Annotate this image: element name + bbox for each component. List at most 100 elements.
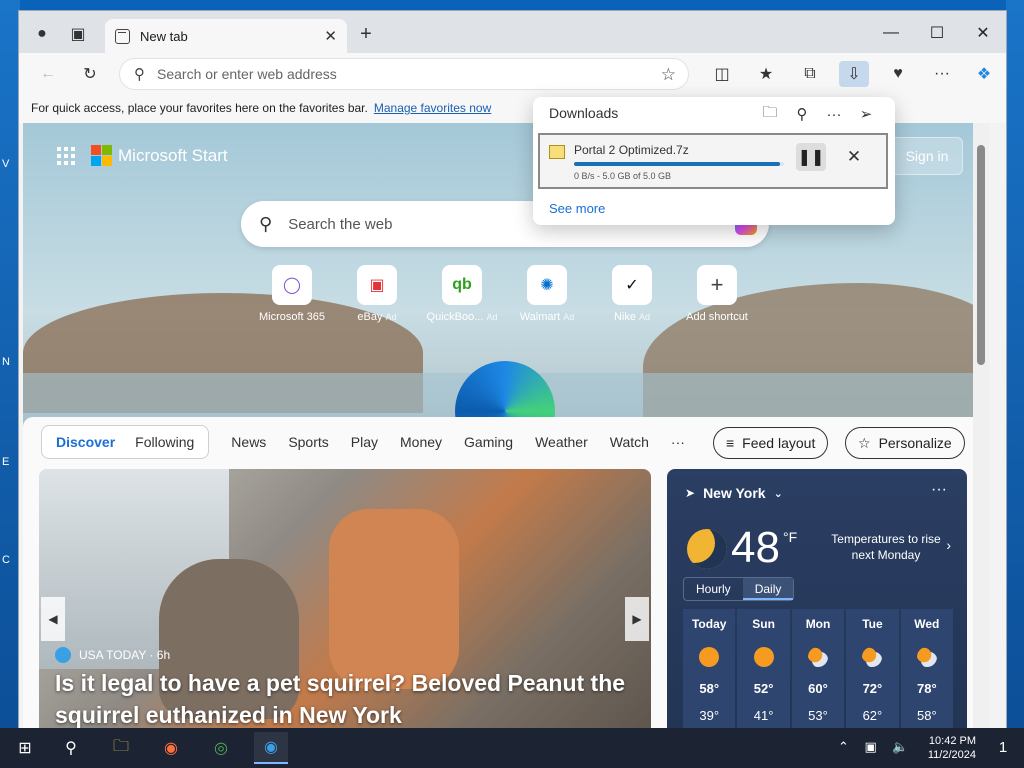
tab-following[interactable]: Following xyxy=(125,434,204,450)
nav-sports[interactable]: Sports xyxy=(288,434,328,450)
toggle-daily[interactable]: Daily xyxy=(742,578,794,600)
sign-in-button[interactable]: Sign in xyxy=(891,137,963,175)
minimize-icon[interactable]: — xyxy=(869,19,913,47)
download-item[interactable]: Portal 2 Optimized.7z 0 B/s - 5.0 GB of … xyxy=(538,133,888,189)
clock-date: 11/2/2024 xyxy=(927,749,976,761)
nav-play[interactable]: Play xyxy=(351,434,378,450)
tab-close-icon[interactable]: ✕ xyxy=(324,27,337,45)
nike-icon: ✓ xyxy=(612,265,652,305)
microsoft-365-icon: ◯ xyxy=(272,265,312,305)
settings-more-icon[interactable]: ··· xyxy=(927,61,957,87)
search-icon[interactable]: ⚲ xyxy=(54,732,88,764)
nav-watch[interactable]: Watch xyxy=(610,434,649,450)
browser-essentials-icon[interactable]: ♥ xyxy=(883,61,913,87)
pause-button[interactable]: ❚❚ xyxy=(796,143,826,171)
quick-link-microsoft-365[interactable]: ◯ Microsoft 365 xyxy=(247,265,337,323)
new-tab-icon[interactable]: + xyxy=(353,21,379,47)
personalize-button[interactable]: ☆ Personalize xyxy=(845,427,965,459)
chevron-down-icon: ⌄ xyxy=(773,487,783,500)
collections-icon[interactable]: ⧉ xyxy=(795,61,825,87)
see-more-link[interactable]: See more xyxy=(549,201,605,216)
clock[interactable]: 10:42 PM 11/2/2024 xyxy=(928,734,976,762)
location-name: New York xyxy=(703,485,766,501)
walmart-icon: ✺ xyxy=(527,265,567,305)
feed-layout-button[interactable]: ≡ Feed layout xyxy=(713,427,829,459)
favorite-star-icon[interactable]: ☆ xyxy=(661,65,676,85)
quick-link-nike[interactable]: ✓ Nike Ad xyxy=(587,265,677,323)
hero-article-card[interactable]: ◀ ▶ USA TODAY · 6h Is it legal to have a… xyxy=(39,469,651,747)
search-downloads-icon[interactable]: ⚲ xyxy=(789,103,815,125)
edge-taskbar-icon[interactable]: ◉ xyxy=(254,732,288,764)
weather-location[interactable]: ➤ New York ⌄ xyxy=(685,485,783,501)
nav-gaming[interactable]: Gaming xyxy=(464,434,513,450)
system-tray-icons[interactable]: ⌃ ▣ 🔈 xyxy=(838,739,915,755)
microsoft-start-logo: Microsoft Start xyxy=(57,145,228,166)
chevron-right-icon[interactable]: › xyxy=(946,537,951,553)
firefox-icon[interactable]: ◉ xyxy=(154,732,188,764)
tab-discover[interactable]: Discover xyxy=(46,434,125,450)
tab-new-tab[interactable]: New tab ✕ xyxy=(105,19,347,53)
nav-more[interactable]: ··· xyxy=(671,434,685,450)
quick-link-label: Nike xyxy=(613,311,636,323)
personalize-label: Personalize xyxy=(878,435,952,451)
split-screen-icon[interactable]: ◫ xyxy=(707,61,737,87)
quick-link-ebay[interactable]: ▣ eBay Ad xyxy=(332,265,422,323)
apps-launcher-icon[interactable] xyxy=(57,146,75,165)
scrollbar-thumb[interactable] xyxy=(977,145,985,365)
page-scrollbar[interactable] xyxy=(973,123,989,747)
more-options-icon[interactable]: ··· xyxy=(821,103,847,125)
address-bar[interactable]: ⚲ Search or enter web address ☆ xyxy=(119,58,689,90)
download-progress-fill xyxy=(574,162,780,166)
ad-badge: Ad xyxy=(486,312,498,322)
download-progress-bar xyxy=(574,162,784,166)
day-name: Mon xyxy=(805,617,831,631)
open-folder-icon[interactable]: 🗀 xyxy=(757,103,783,125)
quick-link-add-shortcut[interactable]: + Add shortcut xyxy=(672,265,762,323)
title-bar: ● ▣ New tab ✕ + — ☐ ✕ xyxy=(19,11,1006,53)
copilot-icon[interactable]: ❖ xyxy=(969,61,999,87)
feed-layout-label: Feed layout xyxy=(742,435,816,451)
carousel-next-icon[interactable]: ▶ xyxy=(625,597,649,641)
downloads-icon[interactable]: ⇩ xyxy=(839,61,869,87)
feed-nav: Discover Following News Sports Play Mone… xyxy=(41,425,685,459)
day-name: Wed xyxy=(914,617,940,631)
hero-image-plush xyxy=(329,509,459,689)
carousel-prev-icon[interactable]: ◀ xyxy=(41,597,65,641)
feed-tab-group: Discover Following xyxy=(41,425,210,459)
article-source-label: USA TODAY · 6h xyxy=(79,648,171,662)
archive-file-icon xyxy=(549,145,565,159)
day-high: 72° xyxy=(862,681,883,696)
quick-link-walmart[interactable]: ✺ Walmart Ad xyxy=(502,265,592,323)
day-name: Sun xyxy=(752,617,775,631)
file-explorer-icon[interactable]: 🗀 xyxy=(104,732,138,764)
notification-center-icon[interactable]: 1 xyxy=(992,736,1014,758)
refresh-icon[interactable]: ↻ xyxy=(75,61,105,87)
close-window-icon[interactable]: ✕ xyxy=(961,19,1005,47)
profile-icon[interactable]: ● xyxy=(29,21,55,47)
nav-weather[interactable]: Weather xyxy=(535,434,588,450)
ebay-icon: ▣ xyxy=(357,265,397,305)
sparkle-icon: ☆ xyxy=(858,434,871,451)
nav-money[interactable]: Money xyxy=(400,434,442,450)
address-placeholder: Search or enter web address xyxy=(157,66,337,82)
manage-favorites-link[interactable]: Manage favorites now xyxy=(374,101,491,115)
chrome-icon[interactable]: ◎ xyxy=(204,732,238,764)
pin-icon[interactable]: ➢ xyxy=(853,103,879,125)
favorites-icon[interactable]: ★ xyxy=(751,61,781,87)
temp-unit[interactable]: °F xyxy=(783,529,797,545)
article-headline[interactable]: Is it legal to have a pet squirrel? Belo… xyxy=(55,667,640,731)
cancel-download-icon[interactable]: ✕ xyxy=(840,143,868,171)
tab-actions-icon[interactable]: ▣ xyxy=(65,21,91,47)
weather-alert[interactable]: Temperatures to rise next Monday xyxy=(827,531,945,563)
start-windows-icon[interactable]: ⊞ xyxy=(8,732,42,764)
back-icon[interactable]: ← xyxy=(33,61,63,87)
toggle-hourly[interactable]: Hourly xyxy=(684,578,743,600)
downloads-header: Downloads xyxy=(549,105,619,121)
quick-link-quickbooks[interactable]: qb QuickBoo... Ad xyxy=(417,265,507,323)
maximize-icon[interactable]: ☐ xyxy=(915,19,959,47)
day-high: 52° xyxy=(753,681,774,696)
nav-news[interactable]: News xyxy=(231,434,266,450)
news-feed: Discover Following News Sports Play Mone… xyxy=(23,417,989,747)
tab-title: New tab xyxy=(140,28,188,44)
weather-more-icon[interactable]: ··· xyxy=(931,481,947,499)
